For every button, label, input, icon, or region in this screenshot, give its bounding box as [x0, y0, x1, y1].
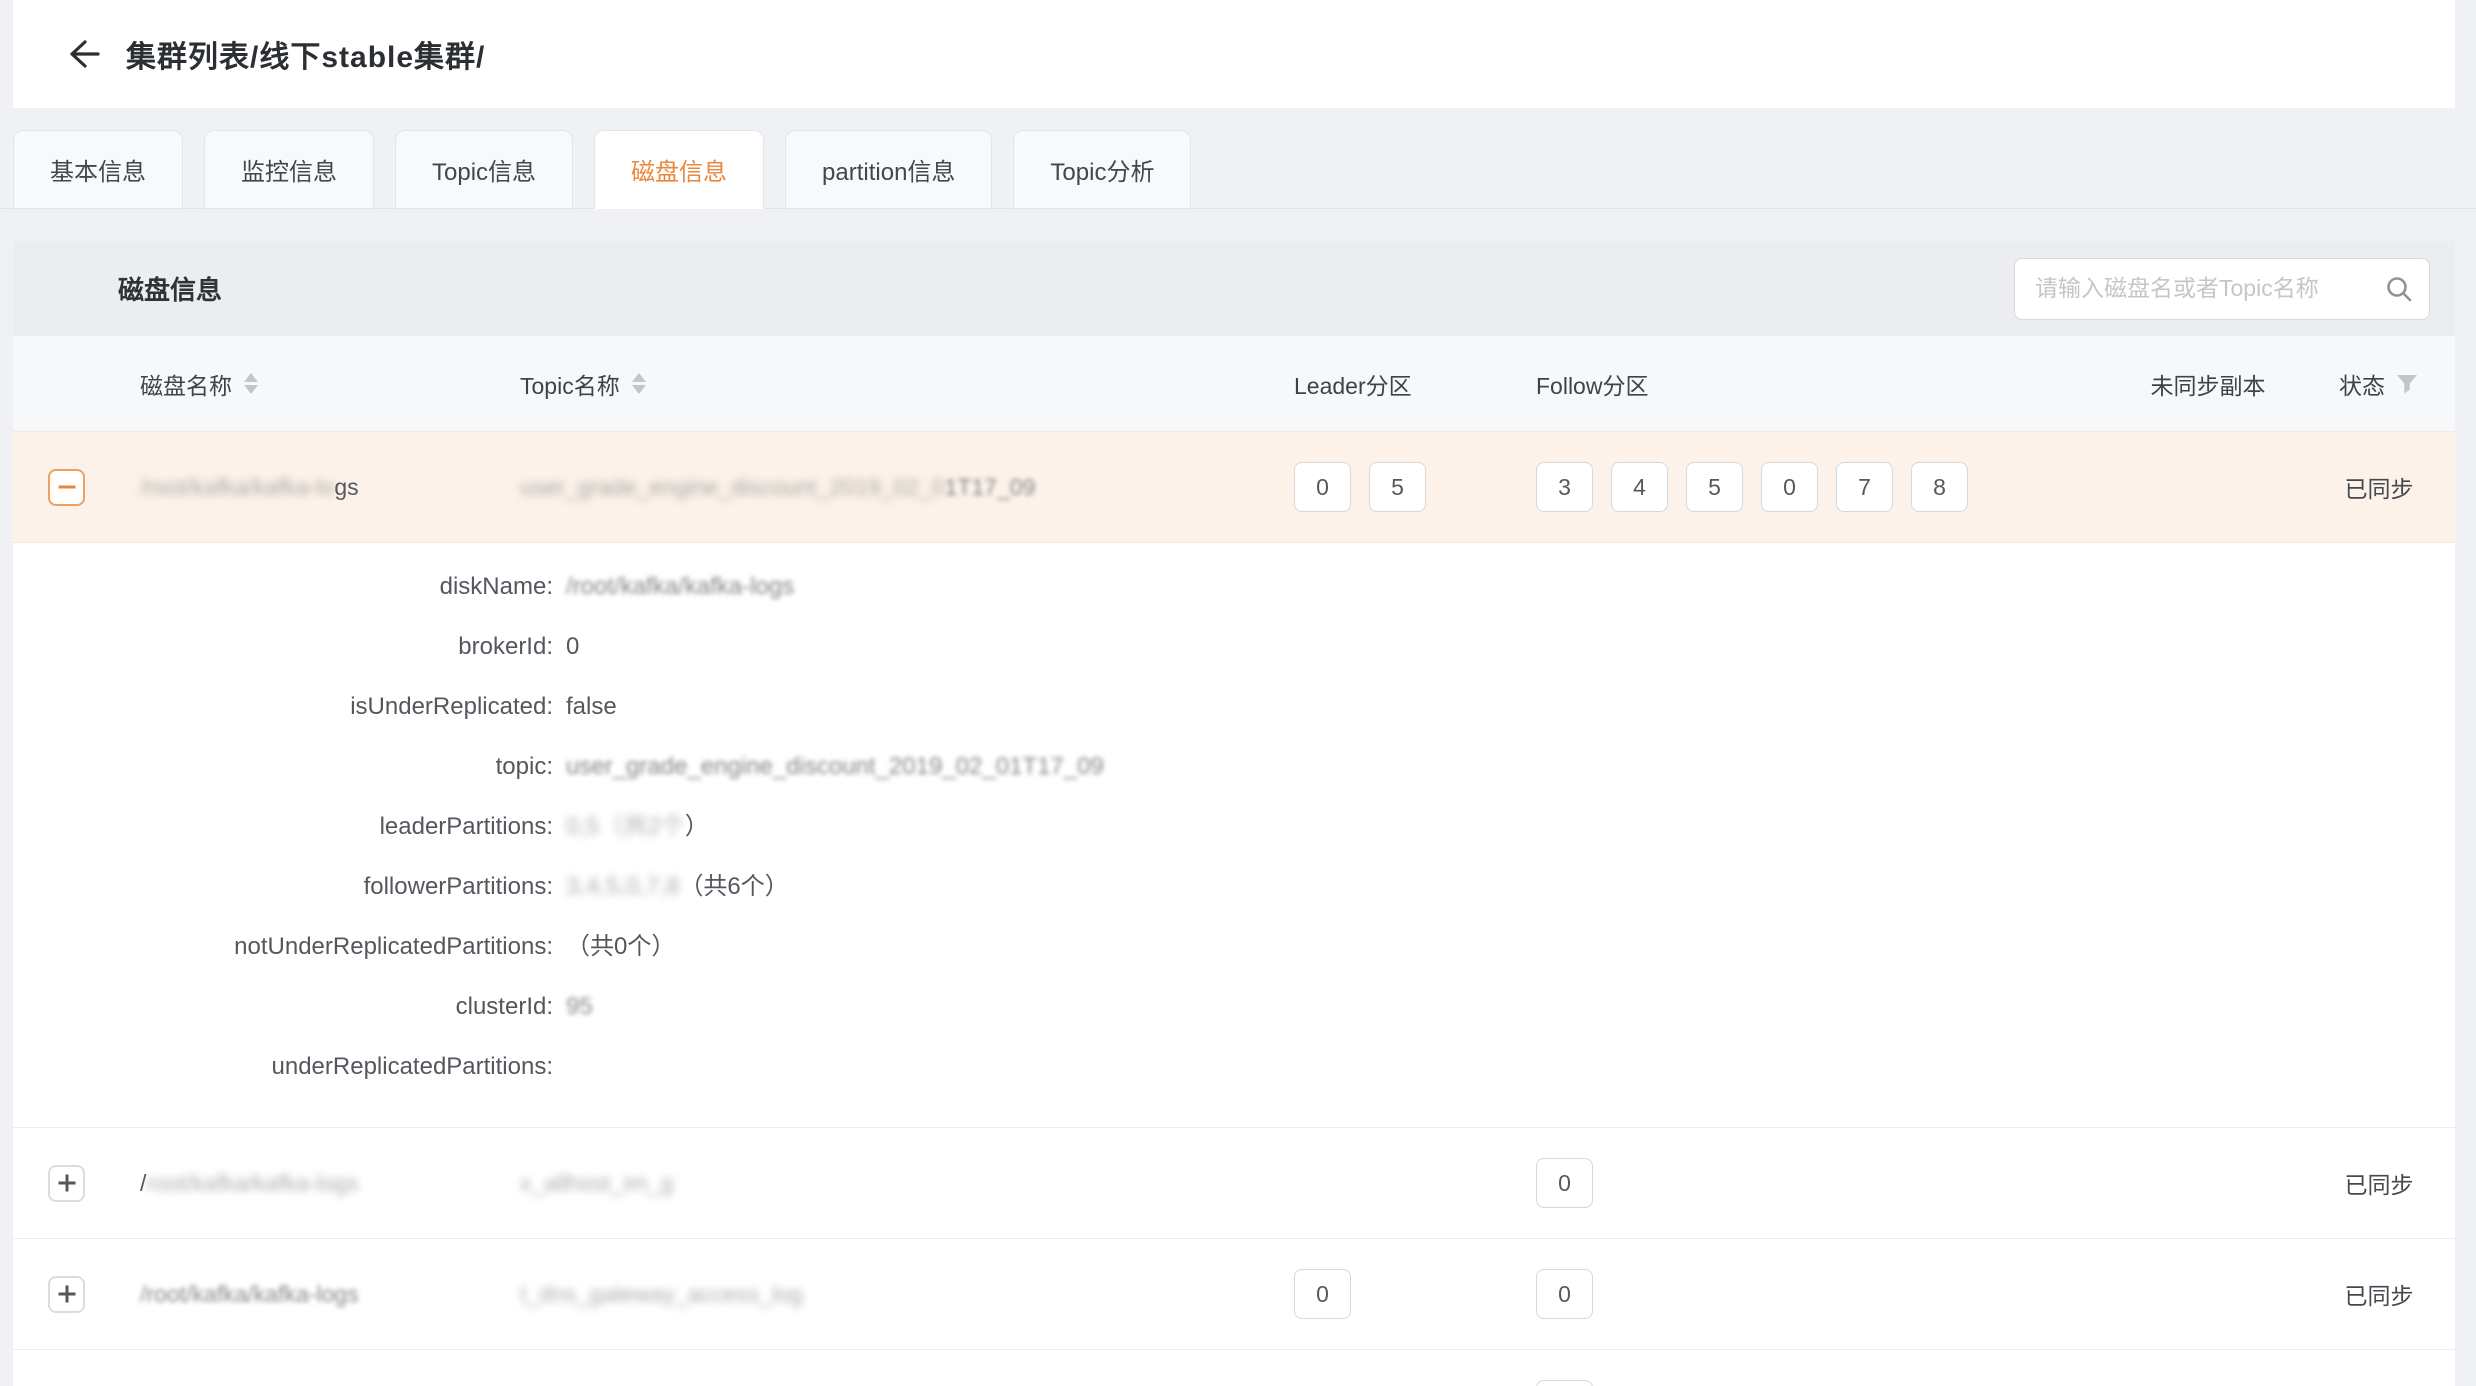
panel-header: 磁盘信息: [13, 241, 2455, 336]
partition-chip: 0: [1761, 462, 1818, 512]
tab-topic-analysis[interactable]: Topic分析: [1013, 130, 1191, 209]
expand-button[interactable]: [48, 1276, 85, 1313]
tab-partition-info[interactable]: partition信息: [785, 130, 992, 209]
partition-chip: 5: [1369, 462, 1426, 512]
search-icon[interactable]: [2384, 274, 2414, 304]
detail-row-diskname: diskName: /root/kafka/kafka-logs: [13, 557, 2455, 617]
detail-row-notunderreplicatedpartitions: notUnderReplicatedPartitions: （共0个）: [13, 917, 2455, 977]
back-button[interactable]: [60, 31, 106, 77]
app-header: 集群列表/线下stable集群/: [13, 0, 2455, 108]
sort-disk-name[interactable]: [244, 373, 258, 394]
sort-topic-name[interactable]: [632, 373, 646, 394]
detail-row-underreplicatedpartitions: underReplicatedPartitions:: [13, 1037, 2455, 1097]
partition-chip: 4: [1611, 462, 1668, 512]
tab-disk-info[interactable]: 磁盘信息: [594, 130, 764, 209]
caret-up-icon: [244, 373, 258, 382]
partition-chip: 7: [1836, 462, 1893, 512]
partition-chip: 3: [1536, 462, 1593, 512]
status-text: 已同步: [2345, 1277, 2414, 1311]
detail-row-isunderreplicated: isUnderReplicated: false: [13, 677, 2455, 737]
topic-name-cell: t_dns_gateway_access_log: [520, 1281, 1294, 1308]
detail-row-leaderpartitions: leaderPartitions: 0,5（共2个）: [13, 797, 2455, 857]
disk-name-header: 磁盘名称: [140, 367, 520, 401]
detail-row-topic: topic: user_grade_engine_discount_2019_0…: [13, 737, 2455, 797]
topic-name-cell: user_grade_engine_discount_2019_02_01T17…: [520, 474, 1294, 501]
expand-button[interactable]: [48, 1165, 85, 1202]
caret-down-icon: [632, 385, 646, 394]
page-title: 集群列表/线下stable集群/: [126, 32, 485, 76]
follow-partition-chips: [1536, 1380, 1593, 1386]
partition-chip: 5: [1686, 462, 1743, 512]
disk-name-cell: /root/kafka/kafka-logs: [140, 1170, 520, 1197]
tab-monitor-info[interactable]: 监控信息: [204, 130, 374, 209]
disk-info-page: 集群列表/线下stable集群/ 基本信息 监控信息 Topic信息 磁盘信息 …: [0, 0, 2476, 1386]
table-header-row: 磁盘名称 Topic名称 Leader分区 Follow分区 未同步副本 状态: [13, 336, 2455, 431]
disk-name-cell: /root/kafka/kafka-logs: [140, 474, 520, 501]
follow-partition-chips: 3 4 5 0 7 8: [1536, 462, 1968, 512]
table-row: /root/kafka/kafka-logs t_dns_gateway_acc…: [13, 1238, 2455, 1349]
status-text: 已同步: [2345, 470, 2414, 504]
search-input[interactable]: [2014, 258, 2430, 320]
caret-up-icon: [632, 373, 646, 382]
follow-partition-header: Follow分区: [1536, 367, 2113, 401]
caret-down-icon: [244, 385, 258, 394]
disk-name-cell: /root/kafka/kafka-logs: [140, 1281, 520, 1308]
search-box: [2014, 258, 2430, 320]
table-row: /root/kafka/kafka-logs x_allhost_im_g 0 …: [13, 1127, 2455, 1238]
arrow-left-icon: [62, 33, 104, 75]
leader-partition-chips: 0 5: [1294, 462, 1426, 512]
detail-row-followerpartitions: followerPartitions: 3,4,5,0,7,8（共6个）: [13, 857, 2455, 917]
topic-name-header: Topic名称: [520, 367, 1294, 401]
table-row: [13, 1349, 2455, 1386]
collapse-button[interactable]: [48, 469, 85, 506]
partition-chip: 0: [1294, 1269, 1351, 1319]
leader-partition-header: Leader分区: [1294, 367, 1536, 401]
follow-partition-chips: 0: [1536, 1158, 1593, 1208]
partition-chip: 0: [1536, 1269, 1593, 1319]
detail-row-clusterid: clusterId: 95: [13, 977, 2455, 1037]
unsynced-replica-header: 未同步副本: [2113, 367, 2303, 401]
disk-table: 磁盘名称 Topic名称 Leader分区 Follow分区 未同步副本 状态: [13, 336, 2455, 1386]
tab-basic-info[interactable]: 基本信息: [13, 130, 183, 209]
table-row: /root/kafka/kafka-logs user_grade_engine…: [13, 431, 2455, 542]
tab-bar: 基本信息 监控信息 Topic信息 磁盘信息 partition信息 Topic…: [0, 130, 2476, 209]
detail-row-brokerid: brokerId: 0: [13, 617, 2455, 677]
follow-partition-chips: 0: [1536, 1269, 1593, 1319]
status-header: 状态: [2303, 367, 2455, 401]
panel-title: 磁盘信息: [118, 270, 222, 307]
partition-chip: 8: [1911, 462, 1968, 512]
partition-chip: 0: [1536, 1158, 1593, 1208]
tab-topic-info[interactable]: Topic信息: [395, 130, 573, 209]
topic-name-cell: x_allhost_im_g: [520, 1170, 1294, 1197]
filter-icon[interactable]: [2395, 372, 2419, 396]
leader-partition-chips: 0: [1294, 1269, 1351, 1319]
status-text: 已同步: [2345, 1166, 2414, 1200]
row-detail-panel: diskName: /root/kafka/kafka-logs brokerI…: [13, 542, 2455, 1127]
partition-chip: [1536, 1380, 1593, 1386]
partition-chip: 0: [1294, 462, 1351, 512]
